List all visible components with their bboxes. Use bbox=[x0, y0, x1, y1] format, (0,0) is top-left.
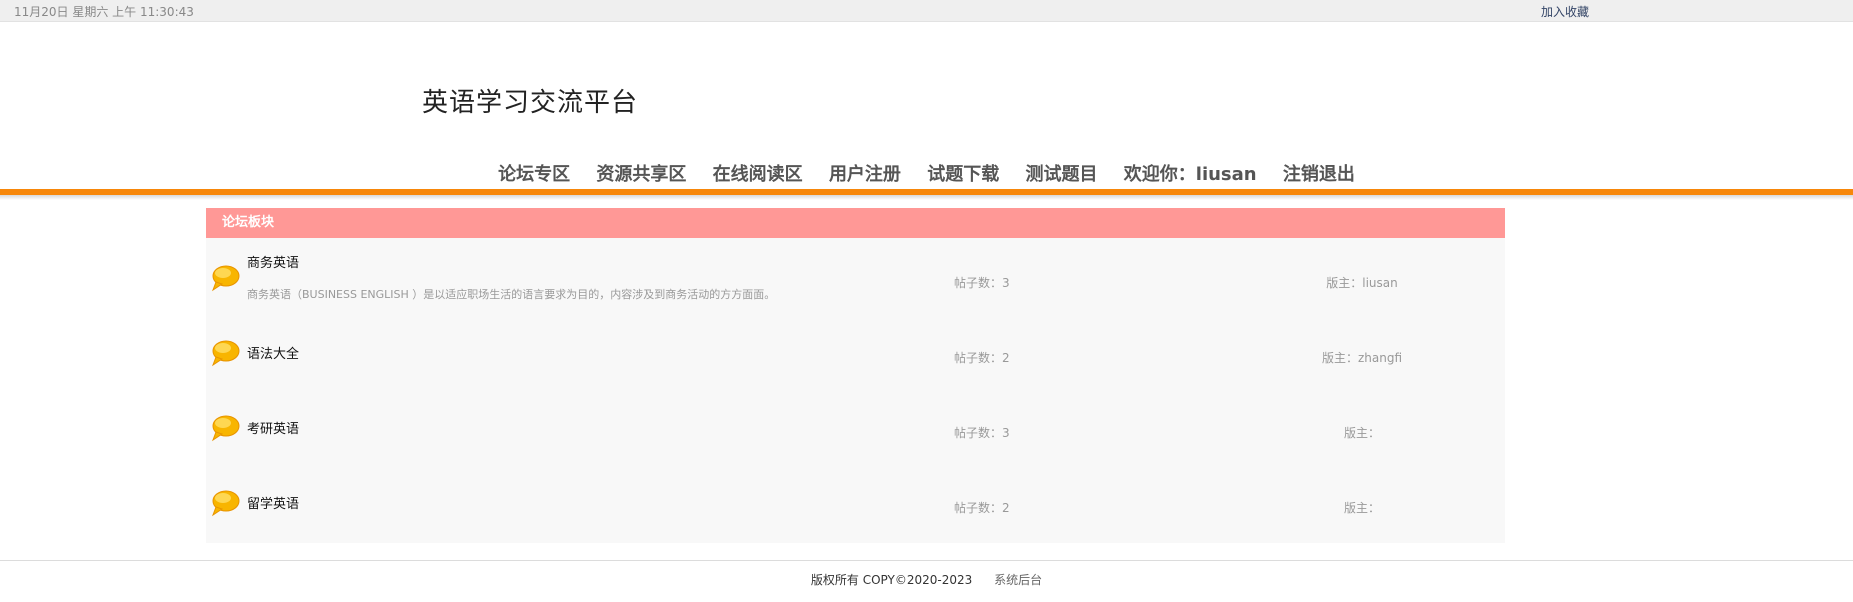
board-header: 论坛板块 bbox=[206, 208, 1505, 238]
nav-tests[interactable]: 测试题目 bbox=[1026, 160, 1098, 186]
nav-online-reading[interactable]: 在线阅读区 bbox=[713, 160, 803, 186]
board-name-link[interactable]: 考研英语 bbox=[247, 418, 299, 437]
moderator: 版主：zhangfi bbox=[1321, 351, 1403, 365]
footer-divider bbox=[0, 560, 1853, 561]
board-row: 商务英语 商务英语（BUSINESS ENGLISH ）是以适应职场生活的语言要… bbox=[206, 238, 1505, 313]
moderator: 版主： bbox=[1343, 426, 1380, 440]
post-count: 帖子数：3 bbox=[954, 276, 1010, 290]
nav-shadow bbox=[0, 195, 1853, 200]
footer: 版权所有 COPY©2020-2023 系统后台 bbox=[0, 571, 1853, 588]
forum-board: 论坛板块 商务英语 商务英语（BUSINESS ENGLISH ）是以适应职场生… bbox=[206, 208, 1505, 543]
board-row: 留学英语 帖子数：2 版主： bbox=[206, 463, 1505, 538]
board-name-link[interactable]: 商务英语 bbox=[247, 252, 299, 271]
speech-bubble-icon bbox=[211, 265, 240, 292]
top-bar: 11月20日 星期六 上午 11:30:43 加入收藏 bbox=[0, 0, 1853, 22]
admin-backend-link[interactable]: 系统后台 bbox=[994, 573, 1042, 587]
add-bookmark-link[interactable]: 加入收藏 bbox=[1541, 3, 1589, 20]
datetime-text: 11月20日 星期六 上午 11:30:43 bbox=[14, 5, 194, 19]
moderator: 版主：liusan bbox=[1326, 276, 1398, 290]
copyright-text: 版权所有 COPY©2020-2023 bbox=[810, 573, 973, 587]
nav-register[interactable]: 用户注册 bbox=[829, 160, 901, 186]
board-name-link[interactable]: 语法大全 bbox=[247, 343, 299, 362]
nav-logout[interactable]: 注销退出 bbox=[1283, 160, 1355, 186]
post-count: 帖子数：3 bbox=[954, 426, 1010, 440]
post-count: 帖子数：2 bbox=[954, 501, 1010, 515]
speech-bubble-icon bbox=[211, 415, 240, 442]
nav-exam-download[interactable]: 试题下载 bbox=[927, 160, 999, 186]
board-name-link[interactable]: 留学英语 bbox=[247, 493, 299, 512]
board-description: 商务英语（BUSINESS ENGLISH ）是以适应职场生活的语言要求为目的，… bbox=[247, 288, 776, 301]
board-row: 考研英语 帖子数：3 版主： bbox=[206, 388, 1505, 463]
nav-resource-share[interactable]: 资源共享区 bbox=[596, 160, 686, 186]
moderator: 版主： bbox=[1343, 501, 1380, 515]
site-title: 英语学习交流平台 bbox=[422, 88, 639, 118]
speech-bubble-icon bbox=[211, 490, 240, 517]
nav-forum[interactable]: 论坛专区 bbox=[498, 160, 570, 186]
speech-bubble-icon bbox=[211, 340, 240, 367]
nav-welcome-user[interactable]: 欢迎你：liusan bbox=[1124, 160, 1257, 186]
board-row: 语法大全 帖子数：2 版主：zhangfi bbox=[206, 313, 1505, 388]
main-nav: 论坛专区 资源共享区 在线阅读区 用户注册 试题下载 测试题目 欢迎你：lius… bbox=[0, 160, 1853, 186]
post-count: 帖子数：2 bbox=[954, 351, 1010, 365]
